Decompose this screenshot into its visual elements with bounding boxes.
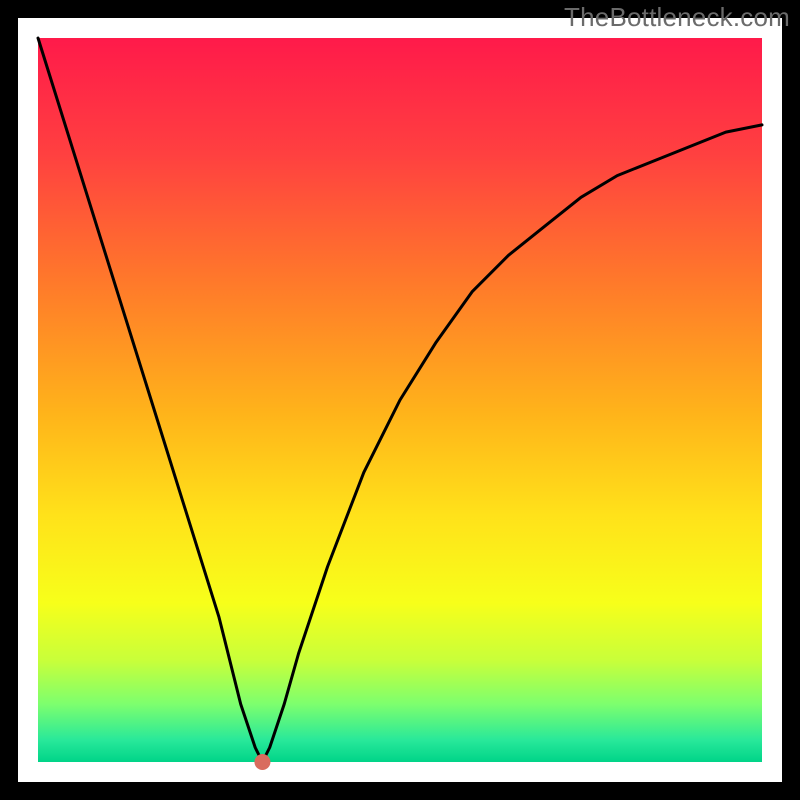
watermark-label: TheBottleneck.com [564, 2, 790, 33]
bottleneck-chart [0, 0, 800, 800]
minimum-marker [254, 754, 270, 770]
